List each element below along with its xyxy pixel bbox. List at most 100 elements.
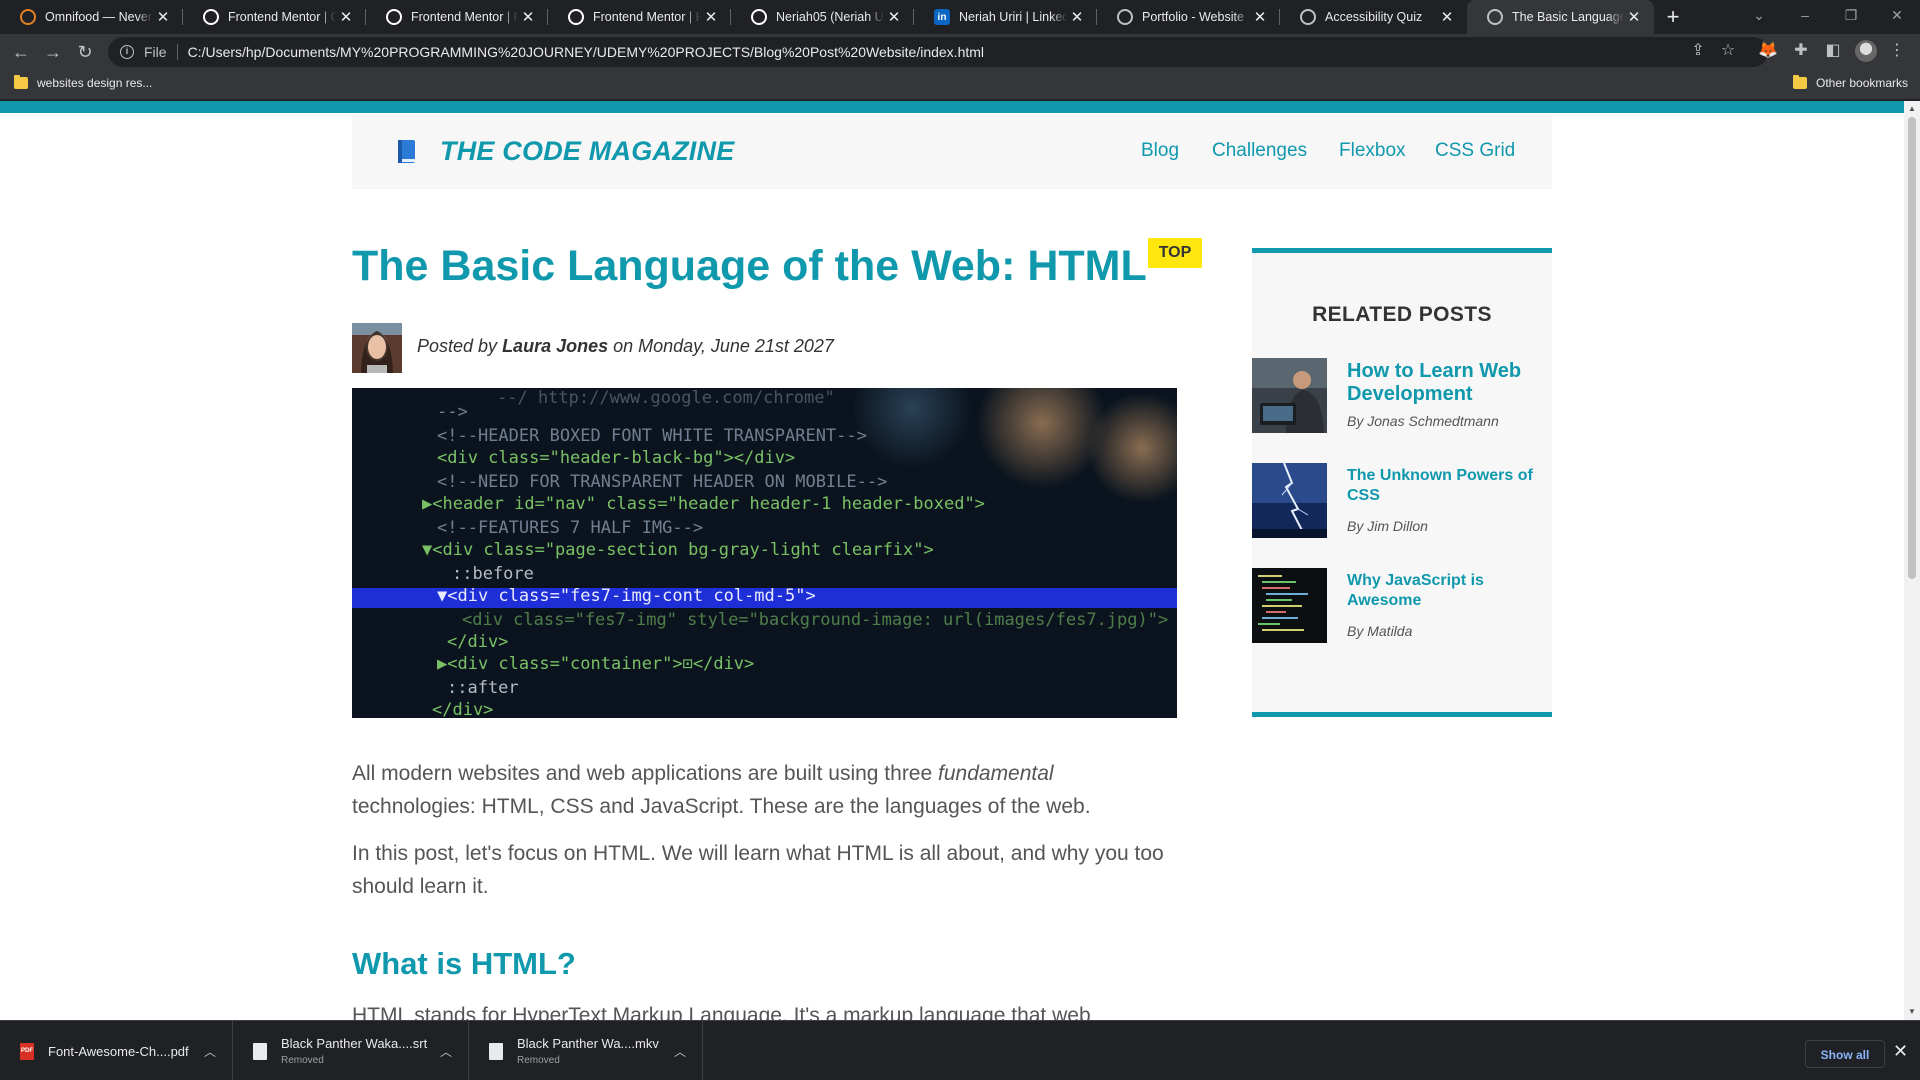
related-posts-sidebar: RELATED POSTS How to Learn Web Developme… [1252,248,1552,717]
code-line: --> [437,402,468,422]
close-tab-icon[interactable]: ✕ [884,8,904,26]
code-line: <div class="header-black-bg"></div> [437,448,796,468]
related-post-author: By Matilda [1347,623,1413,639]
new-tab-button[interactable]: + [1660,4,1686,30]
nav-link-css-grid[interactable]: CSS Grid [1435,140,1515,162]
related-post-title-link[interactable]: How to Learn Web Development [1347,360,1552,406]
chevron-up-icon[interactable]: ︿ [440,1043,452,1060]
scroll-down-icon[interactable]: ▼ [1904,1004,1920,1020]
download-filename: Black Panther Waka....srt [281,1036,428,1051]
frontend-mentor-icon [203,9,219,25]
related-post-title-link[interactable]: The Unknown Powers of CSS [1347,466,1552,506]
scrollbar-thumb[interactable] [1908,117,1916,579]
page-viewport: THE CODE MAGAZINE Blog Challenges Flexbo… [0,101,1904,1020]
browser-tab[interactable]: The Basic Language of✕ [1467,0,1654,34]
site-header: THE CODE MAGAZINE Blog Challenges Flexbo… [352,115,1552,189]
reload-icon[interactable]: ↻ [73,40,97,64]
tab-strip: Omnifood — Never co✕Frontend Mentor | Cl… [0,0,1920,34]
close-tab-icon[interactable]: ✕ [1624,8,1644,26]
site-logo[interactable]: THE CODE MAGAZINE [440,136,734,167]
download-filename: Font-Awesome-Ch....pdf [48,1043,189,1059]
nav-link-challenges[interactable]: Challenges [1212,140,1307,162]
browser-tab[interactable]: in Neriah Uriri | LinkedIn✕ [914,0,1097,34]
back-icon[interactable]: ← [9,40,33,64]
tab-title: Portfolio - Website [1142,10,1244,24]
tab-search-icon[interactable]: ⌄ [1736,0,1782,34]
browser-tab[interactable]: Accessibility Quiz ✕ [1280,0,1467,34]
bookmark-folder-websites[interactable]: websites design res... [14,75,153,90]
related-post-author: By Jonas Schmedtmann [1347,413,1499,429]
code-line: ::after [447,678,519,698]
nav-link-blog[interactable]: Blog [1141,140,1179,162]
browser-toolbar: ← → ↻ i File C:/Users/hp/Documents/MY%20… [0,34,1920,70]
other-bookmarks[interactable]: Other bookmarks [1793,75,1908,90]
intro-emphasis: fundamental [938,762,1054,785]
chevron-up-icon[interactable]: ︿ [674,1043,686,1060]
byline-date: on Monday, June 21st 2027 [608,336,834,356]
menu-icon[interactable]: ⋮ [1886,40,1908,62]
browser-tab[interactable]: Frontend Mentor | Cli ✕ [183,0,366,34]
close-downloads-icon[interactable]: ✕ [1893,1041,1908,1062]
download-status: Removed [517,1055,560,1066]
folder-icon [14,75,28,89]
frontend-mentor-icon [386,9,402,25]
code-line: ▶<div class="container">⊡</div> [437,654,755,674]
video-file-icon [489,1042,503,1060]
browser-tab[interactable]: Neriah05 (Neriah Urir ✕ [731,0,914,34]
top-badge: TOP [1148,238,1202,268]
download-item[interactable]: Black Panther Wa....mkv Removed ︿ [469,1021,703,1080]
related-posts-title: RELATED POSTS [1312,303,1492,326]
intro-paragraph: All modern websites and web applications… [352,757,1182,823]
browser-tab[interactable]: Portfolio - Website ✕ [1097,0,1280,34]
browser-tab[interactable]: Frontend Mentor | Hu ✕ [548,0,731,34]
address-url: C:/Users/hp/Documents/MY%20PROGRAMMING%2… [187,44,985,60]
browser-tab[interactable]: Frontend Mentor | Fyl✕ [366,0,548,34]
close-tab-icon[interactable]: ✕ [1067,8,1087,26]
tab-title: Neriah Uriri | LinkedIn [959,10,1067,24]
show-all-downloads-button[interactable]: Show all [1805,1040,1885,1068]
nav-link-flexbox[interactable]: Flexbox [1339,140,1406,162]
download-item[interactable]: Black Panther Waka....srt Removed ︿ [233,1021,469,1080]
forward-icon[interactable]: → [41,40,65,64]
bookmark-star-icon[interactable]: ☆ [1717,40,1739,62]
related-post-thumbnail[interactable] [1252,358,1327,433]
close-window-icon[interactable]: ✕ [1874,0,1920,34]
close-tab-icon[interactable]: ✕ [153,8,173,26]
download-item[interactable]: PDF Font-Awesome-Ch....pdf ︿ [0,1021,233,1080]
code-line: ▼<div class="fes7-img-cont col-md-5"> [437,586,816,606]
file-icon [253,1042,267,1060]
related-post-thumbnail[interactable] [1252,463,1327,538]
side-panel-icon[interactable]: ◧ [1822,40,1844,62]
profile-avatar[interactable] [1855,40,1877,62]
related-post-title-link[interactable]: Why JavaScript is Awesome [1347,571,1552,611]
site-info-icon[interactable]: i [120,45,134,59]
omnifood-icon [20,9,36,25]
share-icon[interactable]: ⇪ [1687,40,1709,62]
related-post-thumbnail[interactable] [1252,568,1327,643]
globe-icon [1300,9,1316,25]
focus-paragraph: In this post, let's focus on HTML. We wi… [352,842,1164,898]
restore-icon[interactable]: ❐ [1828,0,1874,34]
close-tab-icon[interactable]: ✕ [518,8,538,26]
tab-title: Accessibility Quiz [1325,10,1423,24]
browser-tab[interactable]: Omnifood — Never co✕ [0,0,183,34]
minimize-icon[interactable]: – [1782,0,1828,34]
chevron-up-icon[interactable]: ︿ [204,1043,216,1060]
tab-title: Frontend Mentor | Cli [228,10,336,24]
post-byline: Posted by Laura Jones on Monday, June 21… [417,336,834,357]
close-tab-icon[interactable]: ✕ [701,8,721,26]
bookmark-label: websites design res... [37,76,153,90]
close-tab-icon[interactable]: ✕ [1250,8,1270,26]
tab-title: Omnifood — Never co [45,10,153,24]
address-bar[interactable]: i File C:/Users/hp/Documents/MY%20PROGRA… [108,37,1768,67]
extensions-icon[interactable]: ✚ [1790,40,1812,62]
pdf-file-icon: PDF [20,1042,34,1060]
page-scrollbar[interactable]: ▲ ▼ [1904,101,1920,1020]
close-tab-icon[interactable]: ✕ [336,8,356,26]
scroll-up-icon[interactable]: ▲ [1904,101,1920,117]
section-heading-what-is-html: What is HTML? [352,946,576,981]
metamask-extension-icon[interactable]: 🦊 [1757,40,1779,62]
github-icon [751,9,767,25]
code-line: <!--HEADER BOXED FONT WHITE TRANSPARENT-… [437,426,867,446]
close-tab-icon[interactable]: ✕ [1437,8,1457,26]
